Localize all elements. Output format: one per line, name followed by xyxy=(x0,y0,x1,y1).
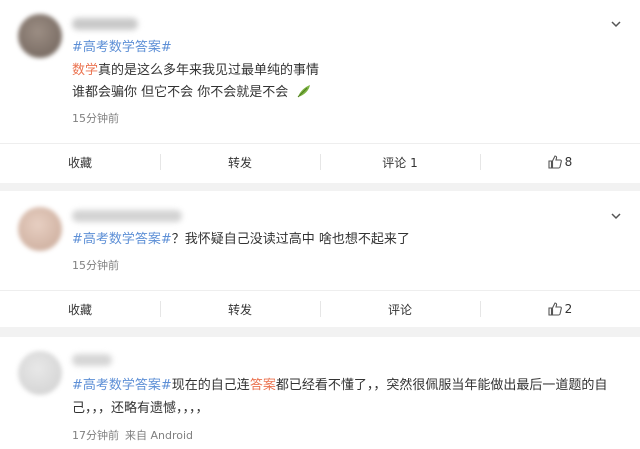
post-source: 来自 Android xyxy=(125,429,194,442)
comment-text-part: 现在的自己连 xyxy=(171,378,250,393)
like-count: 8 xyxy=(564,155,573,169)
comment-text-part: 谁都会骗你 但它不会 你不会就是不会 xyxy=(72,85,289,100)
keyword-highlight[interactable]: 答案 xyxy=(250,378,276,393)
comment-feed: #高考数学答案# 数学真的是这么多年来我见过最单纯的事情 谁都会骗你 但它不会 … xyxy=(0,0,640,449)
collect-button[interactable]: 收藏 xyxy=(0,291,160,327)
collect-label: 收藏 xyxy=(67,155,92,170)
action-bar: 收藏 转发 评论 2 xyxy=(0,290,640,327)
timestamp: 17分钟前 xyxy=(72,429,119,442)
comment-text: #高考数学答案#现在的自己连答案都已经看不懂了，，突然很佩服当年能做出最后一道题… xyxy=(72,375,607,397)
repost-button[interactable]: 转发 xyxy=(160,144,320,180)
avatar[interactable] xyxy=(18,351,62,395)
post-time: 15分钟前 xyxy=(72,110,119,126)
comment-text-part: 真的是这么多年来我见过最单纯的事情 xyxy=(98,63,320,78)
username-blurred[interactable] xyxy=(72,210,182,222)
like-count: 2 xyxy=(564,302,573,316)
comment-text: #高考数学答案# xyxy=(72,37,600,59)
post-time: 17分钟前 来自 Android xyxy=(72,427,193,443)
like-button[interactable]: 8 xyxy=(480,144,640,180)
chevron-down-icon[interactable] xyxy=(610,210,622,222)
hashtag-link[interactable]: #高考数学答案# xyxy=(72,40,172,55)
comment-card: #高考数学答案#？我怀疑自己没读过高中 啥也想不起来了 15分钟前 收藏 转发 … xyxy=(0,191,640,327)
comment-text-part: 都已经看不懂了，，突然很佩服当年能做出最后一道题的自 xyxy=(275,378,608,393)
timestamp: 15分钟前 xyxy=(72,259,119,272)
comment-label: 评论 1 xyxy=(382,155,418,170)
chevron-down-icon[interactable] xyxy=(610,18,622,30)
collect-button[interactable]: 收藏 xyxy=(0,144,160,180)
timestamp: 15分钟前 xyxy=(72,112,119,125)
comment-text-line: 谁都会骗你 但它不会 你不会就是不会 xyxy=(72,82,600,104)
comment-text: #高考数学答案#？我怀疑自己没读过高中 啥也想不起来了 xyxy=(72,229,600,251)
post-time: 15分钟前 xyxy=(72,257,119,273)
comment-button[interactable]: 评论 xyxy=(320,291,480,327)
thumbs-up-icon xyxy=(548,155,562,169)
repost-label: 转发 xyxy=(227,155,252,170)
hashtag-link[interactable]: #高考数学答案# xyxy=(72,232,172,247)
repost-label: 转发 xyxy=(227,302,252,317)
comment-text-line: 己，，，还略有遗憾，，，， xyxy=(72,398,600,420)
comment-card: #高考数学答案#现在的自己连答案都已经看不懂了，，突然很佩服当年能做出最后一道题… xyxy=(0,337,640,449)
comment-label: 评论 xyxy=(387,302,412,317)
repost-button[interactable]: 转发 xyxy=(160,291,320,327)
comment-text-part: ？我怀疑自己没读过高中 啥也想不起来了 xyxy=(171,232,410,247)
avatar[interactable] xyxy=(18,207,62,251)
keyword-highlight[interactable]: 数学 xyxy=(72,63,98,78)
like-button[interactable]: 2 xyxy=(480,291,640,327)
avatar[interactable] xyxy=(18,14,62,58)
comment-text-part: 己，，，还略有遗憾，，，， xyxy=(72,401,209,416)
leaf-emoji-icon xyxy=(298,85,311,98)
thumbs-up-icon xyxy=(548,302,562,316)
comment-button[interactable]: 评论 1 xyxy=(320,144,480,180)
hashtag-link[interactable]: #高考数学答案# xyxy=(72,378,172,393)
comment-text-line: 数学真的是这么多年来我见过最单纯的事情 xyxy=(72,60,600,82)
comment-card: #高考数学答案# 数学真的是这么多年来我见过最单纯的事情 谁都会骗你 但它不会 … xyxy=(0,0,640,183)
username-blurred[interactable] xyxy=(72,18,138,30)
action-bar: 收藏 转发 评论 1 8 xyxy=(0,143,640,180)
username-blurred[interactable] xyxy=(72,354,112,366)
collect-label: 收藏 xyxy=(67,302,92,317)
